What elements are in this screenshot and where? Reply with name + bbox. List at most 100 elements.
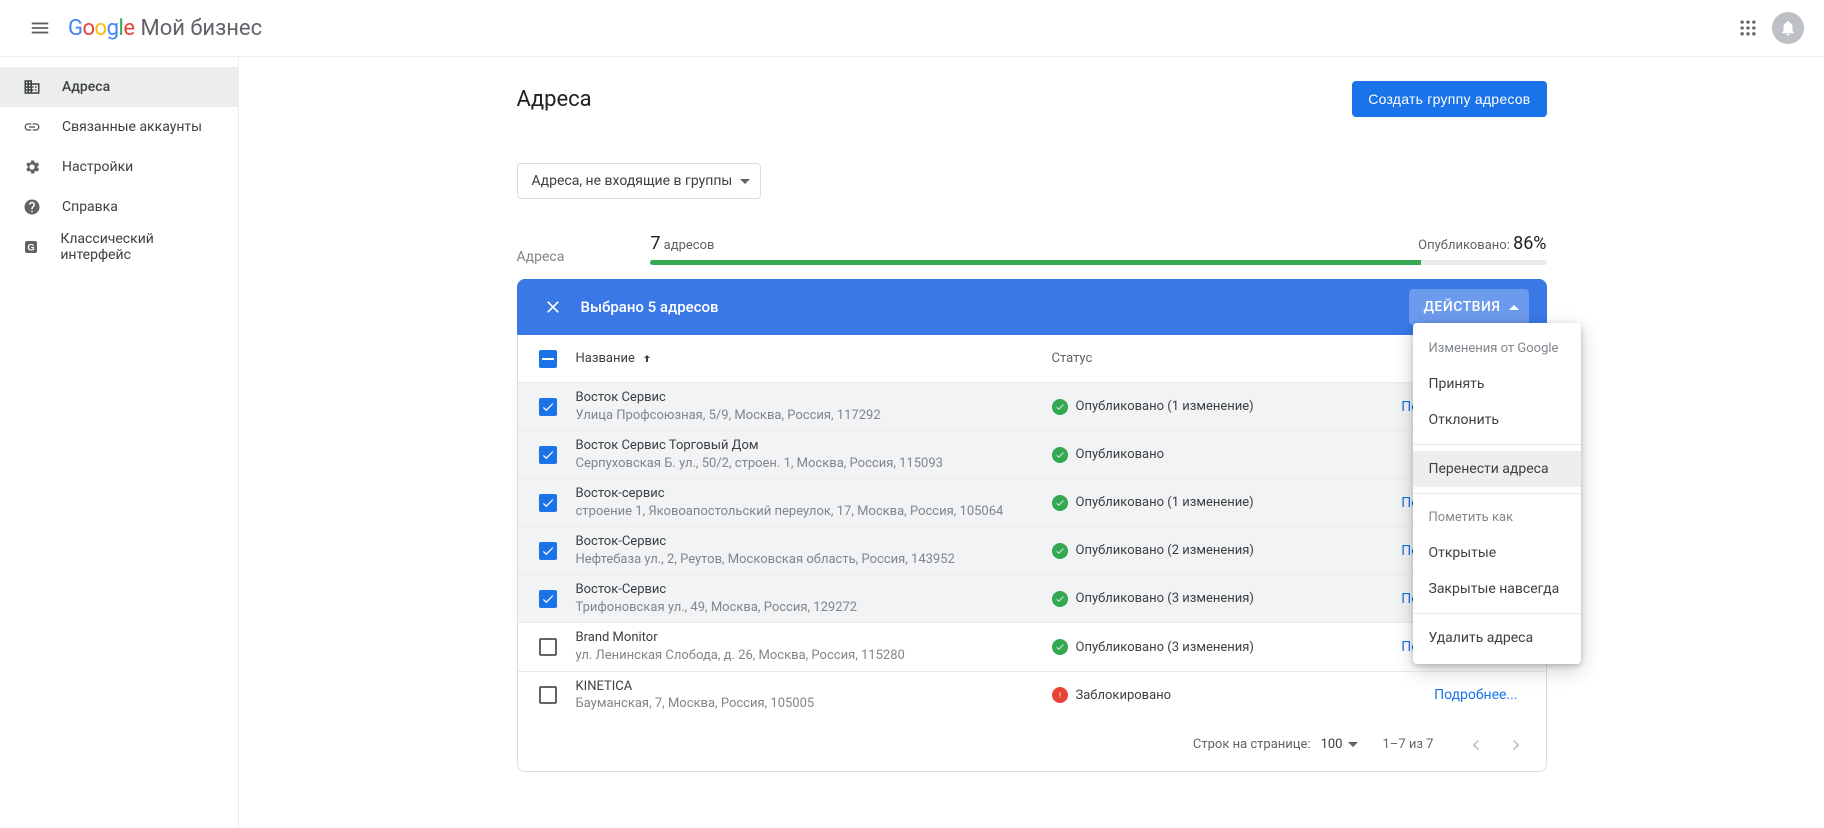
menu-divider xyxy=(1413,493,1581,494)
row-status-text: Опубликовано (2 изменения) xyxy=(1076,543,1254,558)
row-checkbox[interactable] xyxy=(539,494,557,512)
close-icon xyxy=(543,297,563,317)
rpp-value: 100 xyxy=(1321,737,1343,752)
check-icon xyxy=(541,544,555,558)
row-checkbox[interactable] xyxy=(539,542,557,560)
apps-icon xyxy=(1738,18,1758,38)
selection-text: Выбрано 5 адресов xyxy=(581,298,719,316)
sidebar-item-label: Настройки xyxy=(62,159,133,175)
row-address: Трифоновская ул., 49, Москва, Россия, 12… xyxy=(576,599,1036,617)
check-icon xyxy=(541,592,555,606)
row-status-text: Опубликовано (1 изменение) xyxy=(1076,399,1254,414)
create-group-button[interactable]: Создать группу адресов xyxy=(1352,81,1546,117)
menu-button[interactable] xyxy=(16,4,64,52)
table-row[interactable]: Восток-СервисТрифоновская ул., 49, Москв… xyxy=(518,575,1546,623)
caret-down-icon xyxy=(740,179,750,184)
sidebar-item-classic[interactable]: G Классический интерфейс xyxy=(0,227,238,267)
locations-table: Название Статус Восток СервисУлица Профс… xyxy=(517,335,1547,772)
table-footer: Строк на странице: 100 1–7 из 7 xyxy=(518,719,1546,771)
selection-bar: Выбрано 5 адресов ДЕЙСТВИЯ Изменения от … xyxy=(517,279,1547,335)
business-icon xyxy=(22,78,42,96)
minus-icon xyxy=(542,358,554,360)
sidebar-item-addresses[interactable]: Адреса xyxy=(0,67,238,107)
apps-button[interactable] xyxy=(1728,8,1768,48)
row-status-text: Опубликовано (1 изменение) xyxy=(1076,495,1254,510)
row-name: Восток Сервис xyxy=(576,389,1036,407)
row-checkbox[interactable] xyxy=(539,638,557,656)
menu-item-transfer[interactable]: Перенести адреса xyxy=(1413,451,1581,487)
actions-button[interactable]: ДЕЙСТВИЯ xyxy=(1409,289,1528,325)
stats-count-suffix: адресов xyxy=(664,238,715,253)
sidebar-item-label: Адреса xyxy=(62,79,110,95)
row-address: ул. Ленинская Слобода, д. 26, Москва, Ро… xyxy=(576,647,1036,665)
menu-item-open[interactable]: Открытые xyxy=(1413,535,1581,571)
row-address: строение 1, Яковоапостольский переулок, … xyxy=(576,503,1036,521)
help-icon xyxy=(22,198,42,216)
sidebar-item-label: Связанные аккаунты xyxy=(62,119,202,135)
menu-divider xyxy=(1413,444,1581,445)
table-row[interactable]: Восток Сервис Торговый ДомСерпуховская Б… xyxy=(518,431,1546,479)
row-address: Нефтебаза ул., 2, Реутов, Московская обл… xyxy=(576,551,1036,569)
row-checkbox[interactable] xyxy=(539,590,557,608)
table-header: Название Статус xyxy=(518,335,1546,383)
status-ok-icon xyxy=(1052,447,1068,463)
menu-section-mark-as: Пометить как xyxy=(1413,500,1581,535)
svg-text:G: G xyxy=(28,242,35,252)
select-all-checkbox[interactable] xyxy=(539,350,557,368)
sort-name[interactable]: Название xyxy=(576,351,653,366)
check-icon xyxy=(541,496,555,510)
status-ok-icon xyxy=(1052,591,1068,607)
progress-fill xyxy=(650,260,1421,265)
menu-item-closed[interactable]: Закрытые навсегда xyxy=(1413,571,1581,607)
next-page-button[interactable] xyxy=(1498,727,1534,763)
learn-more-link[interactable]: Подробнее... xyxy=(1434,687,1517,703)
status-ok-icon xyxy=(1052,495,1068,511)
sidebar-item-linked-accounts[interactable]: Связанные аккаунты xyxy=(0,107,238,147)
stats-published-pct: 86% xyxy=(1513,233,1546,254)
sidebar-item-settings[interactable]: Настройки xyxy=(0,147,238,187)
row-checkbox[interactable] xyxy=(539,686,557,704)
table-row[interactable]: Восток-сервисстроение 1, Яковоапостольск… xyxy=(518,479,1546,527)
row-status-text: Опубликовано xyxy=(1076,447,1165,462)
topbar: Google Мой бизнес xyxy=(0,0,1824,57)
arrow-up-icon xyxy=(641,353,653,365)
prev-page-button[interactable] xyxy=(1458,727,1494,763)
rpp-select[interactable]: 100 xyxy=(1321,737,1359,752)
logo[interactable]: Google Мой бизнес xyxy=(68,16,262,41)
selection-close-button[interactable] xyxy=(535,289,571,325)
table-row[interactable]: Восток СервисУлица Профсоюзная, 5/9, Мос… xyxy=(518,383,1546,431)
filter-dropdown[interactable]: Адреса, не входящие в группы xyxy=(517,163,762,199)
row-name: Восток Сервис Торговый Дом xyxy=(576,437,1036,455)
page-range: 1–7 из 7 xyxy=(1382,737,1433,752)
table-row[interactable]: Восток-СервисНефтебаза ул., 2, Реутов, М… xyxy=(518,527,1546,575)
chevron-right-icon xyxy=(1506,735,1526,755)
menu-item-reject[interactable]: Отклонить xyxy=(1413,402,1581,438)
row-address: Улица Профсоюзная, 5/9, Москва, Россия, … xyxy=(576,407,1036,425)
row-status-text: Опубликовано (3 изменения) xyxy=(1076,640,1254,655)
check-icon xyxy=(541,448,555,462)
bell-icon xyxy=(1779,19,1797,37)
menu-item-delete[interactable]: Удалить адреса xyxy=(1413,620,1581,656)
status-ok-icon xyxy=(1052,639,1068,655)
status-error-icon xyxy=(1052,687,1068,703)
status-ok-icon xyxy=(1052,399,1068,415)
sidebar-item-label: Справка xyxy=(62,199,118,215)
actions-label: ДЕЙСТВИЯ xyxy=(1423,299,1500,315)
row-name: KINETICA xyxy=(576,678,1036,696)
sidebar-item-label: Классический интерфейс xyxy=(60,231,214,263)
table-row[interactable]: KINETICAБауманская, 7, Москва, Россия, 1… xyxy=(518,672,1546,719)
row-checkbox[interactable] xyxy=(539,446,557,464)
row-name: Восток-Сервис xyxy=(576,581,1036,599)
stats-published-label: Опубликовано: xyxy=(1418,238,1510,253)
row-checkbox[interactable] xyxy=(539,398,557,416)
sidebar-item-help[interactable]: Справка xyxy=(0,187,238,227)
stats-label: Адреса xyxy=(517,249,565,265)
account-button[interactable] xyxy=(1768,8,1808,48)
table-row[interactable]: Brand Monitorул. Ленинская Слобода, д. 2… xyxy=(518,623,1546,671)
check-icon xyxy=(541,400,555,414)
menu-item-accept[interactable]: Принять xyxy=(1413,366,1581,402)
gear-icon xyxy=(22,158,42,176)
classic-icon: G xyxy=(22,239,40,255)
menu-section-google-changes: Изменения от Google xyxy=(1413,331,1581,366)
chevron-left-icon xyxy=(1466,735,1486,755)
